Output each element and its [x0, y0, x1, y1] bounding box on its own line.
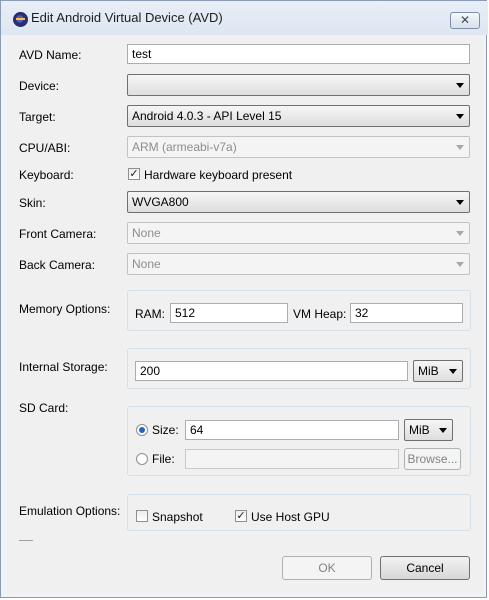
front-camera-label: Front Camera:	[19, 227, 97, 241]
chevron-down-icon	[456, 114, 464, 119]
internal-storage-input[interactable]: 200	[135, 361, 408, 381]
emulation-options-group: Snapshot ✓ Use Host GPU	[127, 494, 471, 531]
title-bar: Edit Android Virtual Device (AVD) ✕	[1, 1, 488, 35]
front-camera-combo[interactable]: None	[127, 222, 470, 244]
snapshot-checkbox[interactable]	[136, 510, 148, 522]
sd-file-input[interactable]	[185, 449, 399, 469]
sd-size-radio[interactable]	[136, 424, 148, 436]
sd-file-radio[interactable]	[136, 453, 148, 465]
back-camera-combo[interactable]: None	[127, 253, 470, 275]
sd-size-unit-combo[interactable]: MiB	[404, 419, 453, 441]
use-host-gpu-label: Use Host GPU	[251, 510, 330, 524]
eclipse-icon	[13, 12, 28, 27]
separator	[19, 540, 33, 541]
avd-name-label: AVD Name:	[19, 48, 82, 62]
ram-input[interactable]: 512	[170, 303, 288, 323]
chevron-down-icon	[449, 369, 457, 374]
cpu-abi-combo[interactable]: ARM (armeabi-v7a)	[127, 136, 470, 158]
target-value: Android 4.0.3 - API Level 15	[132, 109, 282, 123]
vm-heap-input[interactable]: 32	[350, 303, 463, 323]
window-title: Edit Android Virtual Device (AVD)	[31, 10, 223, 25]
use-host-gpu-checkbox[interactable]: ✓	[235, 510, 247, 522]
chevron-down-icon	[456, 200, 464, 205]
avd-dialog-window: Edit Android Virtual Device (AVD) ✕ AVD …	[0, 0, 488, 598]
internal-storage-group: 200 MiB	[127, 348, 471, 389]
browse-button[interactable]: Browse...	[404, 448, 461, 470]
ram-label: RAM:	[135, 307, 165, 321]
chevron-down-icon	[456, 231, 464, 236]
chevron-down-icon	[456, 83, 464, 88]
skin-label: Skin:	[19, 196, 46, 210]
skin-combo[interactable]: WVGA800	[127, 191, 470, 213]
sd-size-unit: MiB	[409, 423, 430, 437]
sd-card-group: Size: 64 MiB File: Browse...	[127, 406, 471, 476]
internal-storage-unit-combo[interactable]: MiB	[413, 360, 463, 382]
sd-size-input[interactable]: 64	[185, 420, 399, 440]
ok-button[interactable]: OK	[282, 556, 372, 580]
device-label: Device:	[19, 79, 60, 93]
back-camera-value: None	[132, 257, 161, 271]
internal-storage-unit: MiB	[418, 364, 439, 378]
sd-file-label: File:	[152, 452, 175, 466]
back-camera-label: Back Camera:	[19, 258, 96, 272]
chevron-down-icon	[456, 145, 464, 150]
emulation-options-label: Emulation Options:	[19, 504, 121, 518]
skin-value: WVGA800	[132, 195, 189, 209]
target-label: Target:	[19, 110, 56, 124]
cancel-button[interactable]: Cancel	[380, 556, 470, 580]
vm-heap-label: VM Heap:	[293, 307, 347, 321]
avd-name-input[interactable]: test	[127, 44, 470, 64]
internal-storage-label: Internal Storage:	[19, 360, 108, 374]
memory-options-group: RAM: 512 VM Heap: 32	[127, 290, 471, 331]
snapshot-label: Snapshot	[152, 510, 203, 524]
keyboard-label: Keyboard:	[19, 168, 74, 182]
hardware-keyboard-checkbox[interactable]: ✓	[128, 168, 140, 180]
hardware-keyboard-label: Hardware keyboard present	[144, 168, 293, 182]
cpu-abi-value: ARM (armeabi-v7a)	[132, 140, 237, 154]
cpu-abi-label: CPU/ABI:	[19, 141, 71, 155]
dialog-content: AVD Name: test Device: Target: Android 4…	[7, 35, 483, 593]
front-camera-value: None	[132, 226, 161, 240]
sd-size-label: Size:	[152, 423, 179, 437]
target-combo[interactable]: Android 4.0.3 - API Level 15	[127, 105, 470, 127]
close-button[interactable]: ✕	[450, 12, 480, 29]
device-combo[interactable]	[127, 74, 470, 96]
memory-options-label: Memory Options:	[19, 302, 111, 316]
chevron-down-icon	[456, 262, 464, 267]
chevron-down-icon	[439, 428, 447, 433]
sd-card-label: SD Card:	[19, 401, 69, 415]
